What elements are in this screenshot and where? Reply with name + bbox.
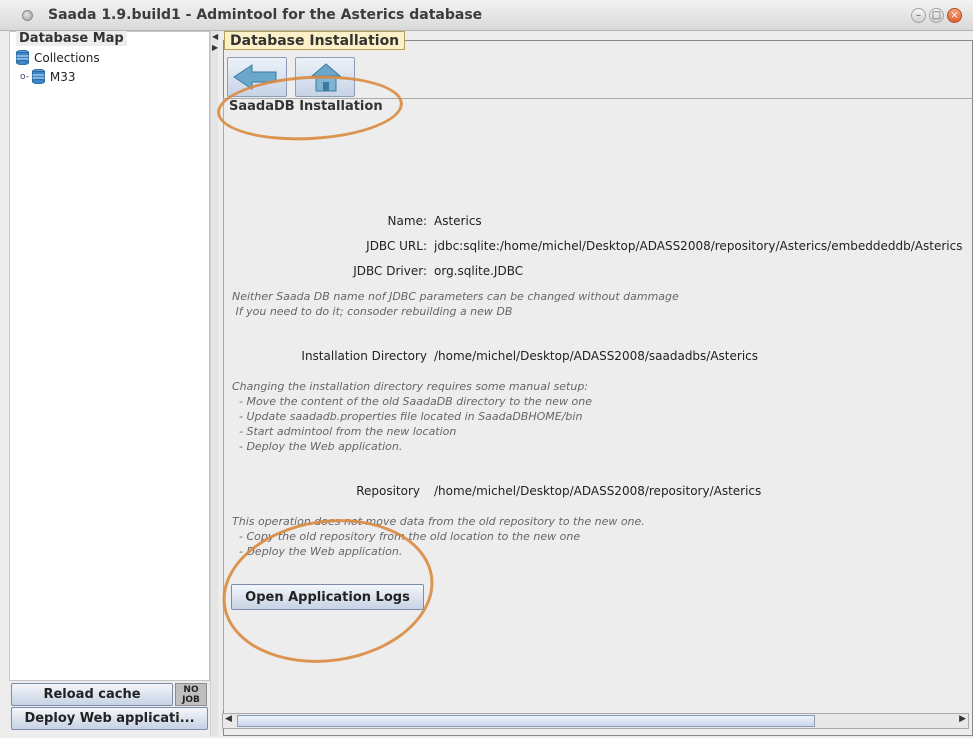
tree-label-collections: Collections — [34, 50, 100, 65]
jdbc-driver-value: org.sqlite.JDBC — [434, 264, 524, 278]
expand-right-icon[interactable]: ▶ — [212, 43, 218, 52]
horizontal-scrollbar[interactable]: ◀ ▶ — [222, 713, 969, 729]
database-map-title: Database Map — [16, 31, 127, 46]
scrollbar-thumb[interactable] — [237, 715, 815, 727]
title-bar: Saada 1.9.build1 - Admintool for the Ast… — [0, 0, 973, 31]
database-icon — [16, 50, 29, 65]
tree-expand-icon[interactable]: o- — [20, 72, 29, 82]
name-value: Asterics — [434, 214, 482, 228]
jdbc-url-label: JDBC URL: — [366, 239, 427, 253]
collapse-left-icon[interactable]: ◀ — [212, 32, 218, 41]
database-installation-title: Database Installation — [224, 31, 406, 50]
database-icon — [31, 69, 45, 84]
close-icon[interactable]: × — [947, 8, 962, 23]
job-status-badge: NO JOB — [175, 683, 207, 706]
tree-item-m33[interactable]: o- M33 — [20, 69, 76, 84]
repository-label: Repository — [356, 484, 420, 498]
installation-directory-note: Changing the installation directory requ… — [232, 380, 592, 453]
window-title: Saada 1.9.build1 - Admintool for the Ast… — [48, 7, 483, 23]
tree-item-collections[interactable]: Collections — [16, 50, 100, 65]
name-label: Name: — [387, 214, 427, 228]
installation-directory-value: /home/michel/Desktop/ADASS2008/saadadbs/… — [434, 349, 759, 363]
jdbc-url-value: jdbc:sqlite:/home/michel/Desktop/ADASS20… — [434, 239, 963, 253]
db-warning-note: Neither Saada DB name nof JDBC parameter… — [232, 290, 679, 318]
split-pane-divider[interactable]: ◀ ▶ — [210, 31, 218, 736]
jdbc-driver-label: JDBC Driver: — [353, 264, 427, 278]
tree-label-m33: M33 — [49, 69, 76, 84]
maximize-icon[interactable]: □ — [929, 8, 944, 23]
app-icon — [22, 10, 33, 21]
scroll-left-icon[interactable]: ◀ — [225, 714, 232, 724]
deploy-web-app-button[interactable]: Deploy Web applicati... — [11, 707, 208, 730]
repository-value: /home/michel/Desktop/ADASS2008/repositor… — [434, 484, 762, 498]
database-map-panel: Database Map Collections o- M33 — [9, 31, 210, 681]
minimize-icon[interactable]: – — [911, 8, 926, 23]
reload-cache-button[interactable]: Reload cache — [11, 683, 173, 706]
installation-directory-label: Installation Directory — [301, 349, 427, 363]
scroll-right-icon[interactable]: ▶ — [959, 714, 966, 724]
